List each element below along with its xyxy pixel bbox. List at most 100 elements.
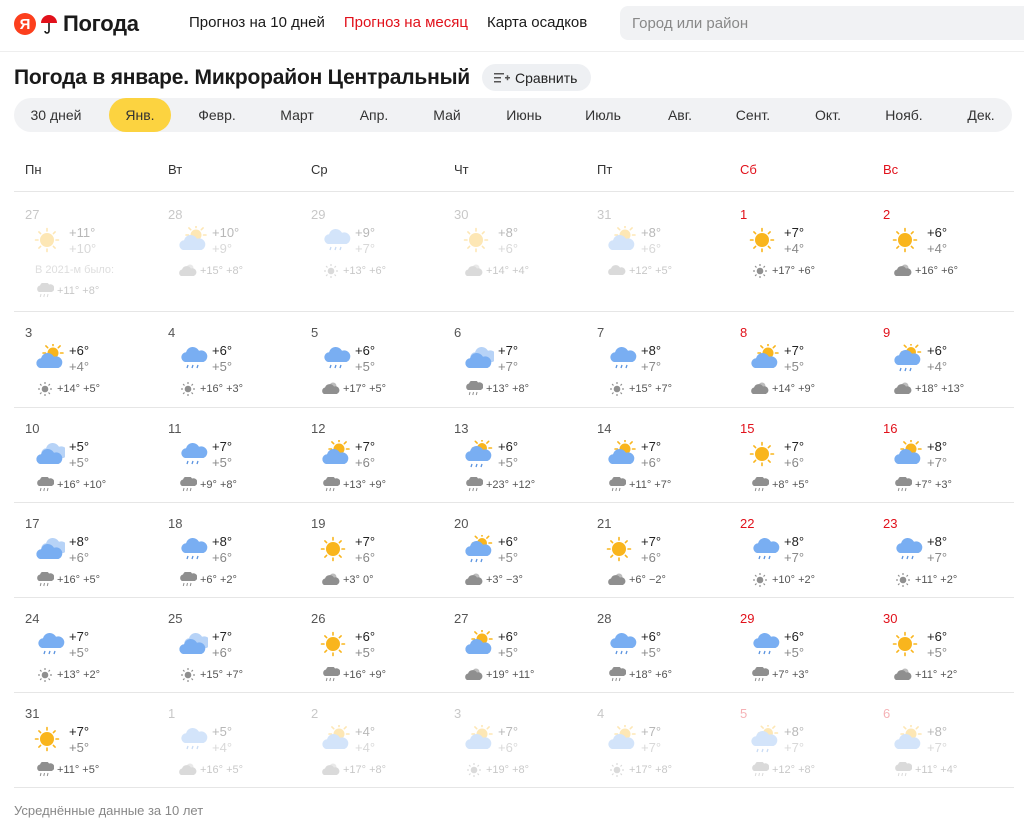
day-cell[interactable]: 31 +8° +6° +12° +5°: [586, 194, 726, 312]
day-cell[interactable]: 4 +7° +7° +17° +8°: [586, 693, 726, 788]
sun-cloud-icon: [319, 438, 351, 470]
sun-cloud-rain-icon: [748, 722, 780, 755]
day-cell[interactable]: 5 +8° +7° +12° +8°: [729, 693, 869, 788]
day-cell[interactable]: 6 +7° +7° +13° +8°: [443, 312, 583, 408]
nav-precipitation-map[interactable]: Карта осадков: [487, 14, 587, 31]
day-cell[interactable]: 9 +6° +4° +18° +13°: [872, 312, 1012, 408]
month-tab-10[interactable]: Окт.: [797, 98, 859, 132]
compare-button[interactable]: Сравнить: [482, 64, 592, 91]
nav-forecast-month[interactable]: Прогноз на месяц: [344, 14, 468, 31]
temp-day: +7°: [212, 439, 233, 454]
day-cell[interactable]: 27 +11° +10° В 2021-м было: +11° +8°: [14, 194, 154, 312]
day-number: 21: [597, 516, 612, 531]
month-tab-9[interactable]: Сент.: [720, 98, 786, 132]
temp-night: +4°: [69, 359, 90, 374]
sun-icon: [36, 667, 54, 683]
rain-icon: [36, 282, 55, 299]
month-tab-3[interactable]: Март: [266, 98, 328, 132]
day-cell[interactable]: 1 +5° +4° +16° +5°: [157, 693, 297, 788]
day-cell[interactable]: 28 +10° +9° +15° +8°: [157, 194, 297, 312]
footer-note: Усреднённые данные за 10 лет: [14, 803, 204, 818]
day-cell[interactable]: 29 +6° +5° +7° +3°: [729, 598, 869, 693]
day-cell[interactable]: 6 +8° +7° +11° +4°: [872, 693, 1012, 788]
day-cell[interactable]: 30 +6° +5° +11° +2°: [872, 598, 1012, 693]
temp-night: +5°: [927, 645, 948, 660]
day-cell[interactable]: 29 +9° +7° +13° +6°: [300, 194, 440, 312]
day-cell[interactable]: 22 +8° +7° +10° +2°: [729, 503, 869, 598]
day-number: 3: [25, 325, 33, 340]
month-tab-12[interactable]: Дек.: [953, 98, 1009, 132]
month-tab-7[interactable]: Июль: [570, 98, 636, 132]
climate-temps: +6° −2°: [629, 574, 666, 586]
logo[interactable]: Я Погода: [14, 10, 139, 38]
day-cell[interactable]: 4 +6° +5° +16° +3°: [157, 312, 297, 408]
day-cell[interactable]: 3 +7° +6° +19° +8°: [443, 693, 583, 788]
day-cell[interactable]: 30 +8° +6° +14° +4°: [443, 194, 583, 312]
month-tab-5[interactable]: Май: [416, 98, 478, 132]
day-cell[interactable]: 12 +7° +6° +13° +9°: [300, 408, 440, 503]
day-cell[interactable]: 14 +7° +6° +11° +7°: [586, 408, 726, 503]
climate-temps: +17° +6°: [772, 265, 816, 277]
climate-temps: +15° +8°: [200, 265, 244, 277]
temp-night: +7°: [784, 550, 805, 565]
day-cell[interactable]: 5 +6° +5° +17° +5°: [300, 312, 440, 408]
temp-night: +7°: [641, 740, 662, 755]
month-tab-6[interactable]: Июнь: [491, 98, 557, 132]
day-number: 13: [454, 421, 469, 436]
day-cell[interactable]: 2 +4° +4° +17° +8°: [300, 693, 440, 788]
rain-icon: [608, 476, 627, 493]
day-cell[interactable]: 8 +7° +5° +14° +9°: [729, 312, 869, 408]
temp-night: +7°: [784, 740, 805, 755]
day-cell[interactable]: 18 +8° +6° +6° +2°: [157, 503, 297, 598]
month-tab-2[interactable]: Февр.: [181, 98, 253, 132]
climate-temps: +11° +7°: [629, 479, 672, 491]
month-tab-0[interactable]: 30 дней: [15, 98, 97, 132]
day-cell[interactable]: 17 +8° +6° +16° +5°: [14, 503, 154, 598]
day-cell[interactable]: 15 +7° +6° +8° +5°: [729, 408, 869, 503]
day-cell[interactable]: 2 +6° +4° +16° +6°: [872, 194, 1012, 312]
nav-forecast-10-days[interactable]: Прогноз на 10 дней: [189, 14, 325, 31]
day-cell[interactable]: 16 +8° +7° +7° +3°: [872, 408, 1012, 503]
day-number: 8: [740, 325, 748, 340]
day-cell[interactable]: 10 +5° +5° +16° +10°: [14, 408, 154, 503]
day-cell[interactable]: 13 +6° +5° +23° +12°: [443, 408, 583, 503]
cloud-icon: [33, 440, 68, 470]
day-cell[interactable]: 31 +7° +5° +11° +5°: [14, 693, 154, 788]
temp-day: +7°: [355, 439, 376, 454]
day-cell[interactable]: 11 +7° +5° +9° +8°: [157, 408, 297, 503]
climate-temps: +19° +8°: [486, 764, 530, 776]
day-number: 26: [311, 611, 326, 626]
sun-cloud-icon: [319, 723, 351, 755]
day-number: 12: [311, 421, 326, 436]
temp-night: +4°: [784, 241, 805, 256]
sun-icon: [319, 630, 351, 660]
day-number: 11: [168, 421, 182, 436]
day-cell[interactable]: 19 +7° +6° +3° 0°: [300, 503, 440, 598]
day-number: 20: [454, 516, 469, 531]
day-number: 29: [740, 611, 755, 626]
temp-day: +7°: [784, 343, 805, 358]
day-cell[interactable]: 7 +8° +7° +15° +7°: [586, 312, 726, 408]
temp-day: +7°: [641, 724, 662, 739]
sun-icon: [748, 440, 780, 470]
temp-day: +8°: [927, 724, 948, 739]
month-tab-11[interactable]: Нояб.: [869, 98, 939, 132]
search-input[interactable]: [620, 6, 1024, 40]
month-tab-4[interactable]: Апр.: [343, 98, 405, 132]
day-cell[interactable]: 21 +7° +6° +6° −2°: [586, 503, 726, 598]
rain-icon: [36, 476, 55, 493]
day-cell[interactable]: 24 +7° +5° +13° +2°: [14, 598, 154, 693]
climate-temps: +13° +6°: [343, 265, 387, 277]
climate-temps: +3° 0°: [343, 574, 374, 586]
day-cell[interactable]: 1 +7° +4° +17° +6°: [729, 194, 869, 312]
day-cell[interactable]: 27 +6° +5° +19° +11°: [443, 598, 583, 693]
day-cell[interactable]: 28 +6° +5° +18° +6°: [586, 598, 726, 693]
month-tab-1[interactable]: Янв.: [109, 98, 171, 132]
day-cell[interactable]: 26 +6° +5° +16° +9°: [300, 598, 440, 693]
day-cell[interactable]: 3 +6° +4° +14° +5°: [14, 312, 154, 408]
temp-day: +8°: [784, 534, 805, 549]
day-cell[interactable]: 23 +8° +7° +11° +2°: [872, 503, 1012, 598]
month-tab-8[interactable]: Авг.: [649, 98, 711, 132]
day-cell[interactable]: 20 +6° +5° +3° −3°: [443, 503, 583, 598]
day-cell[interactable]: 25 +7° +6° +15° +7°: [157, 598, 297, 693]
